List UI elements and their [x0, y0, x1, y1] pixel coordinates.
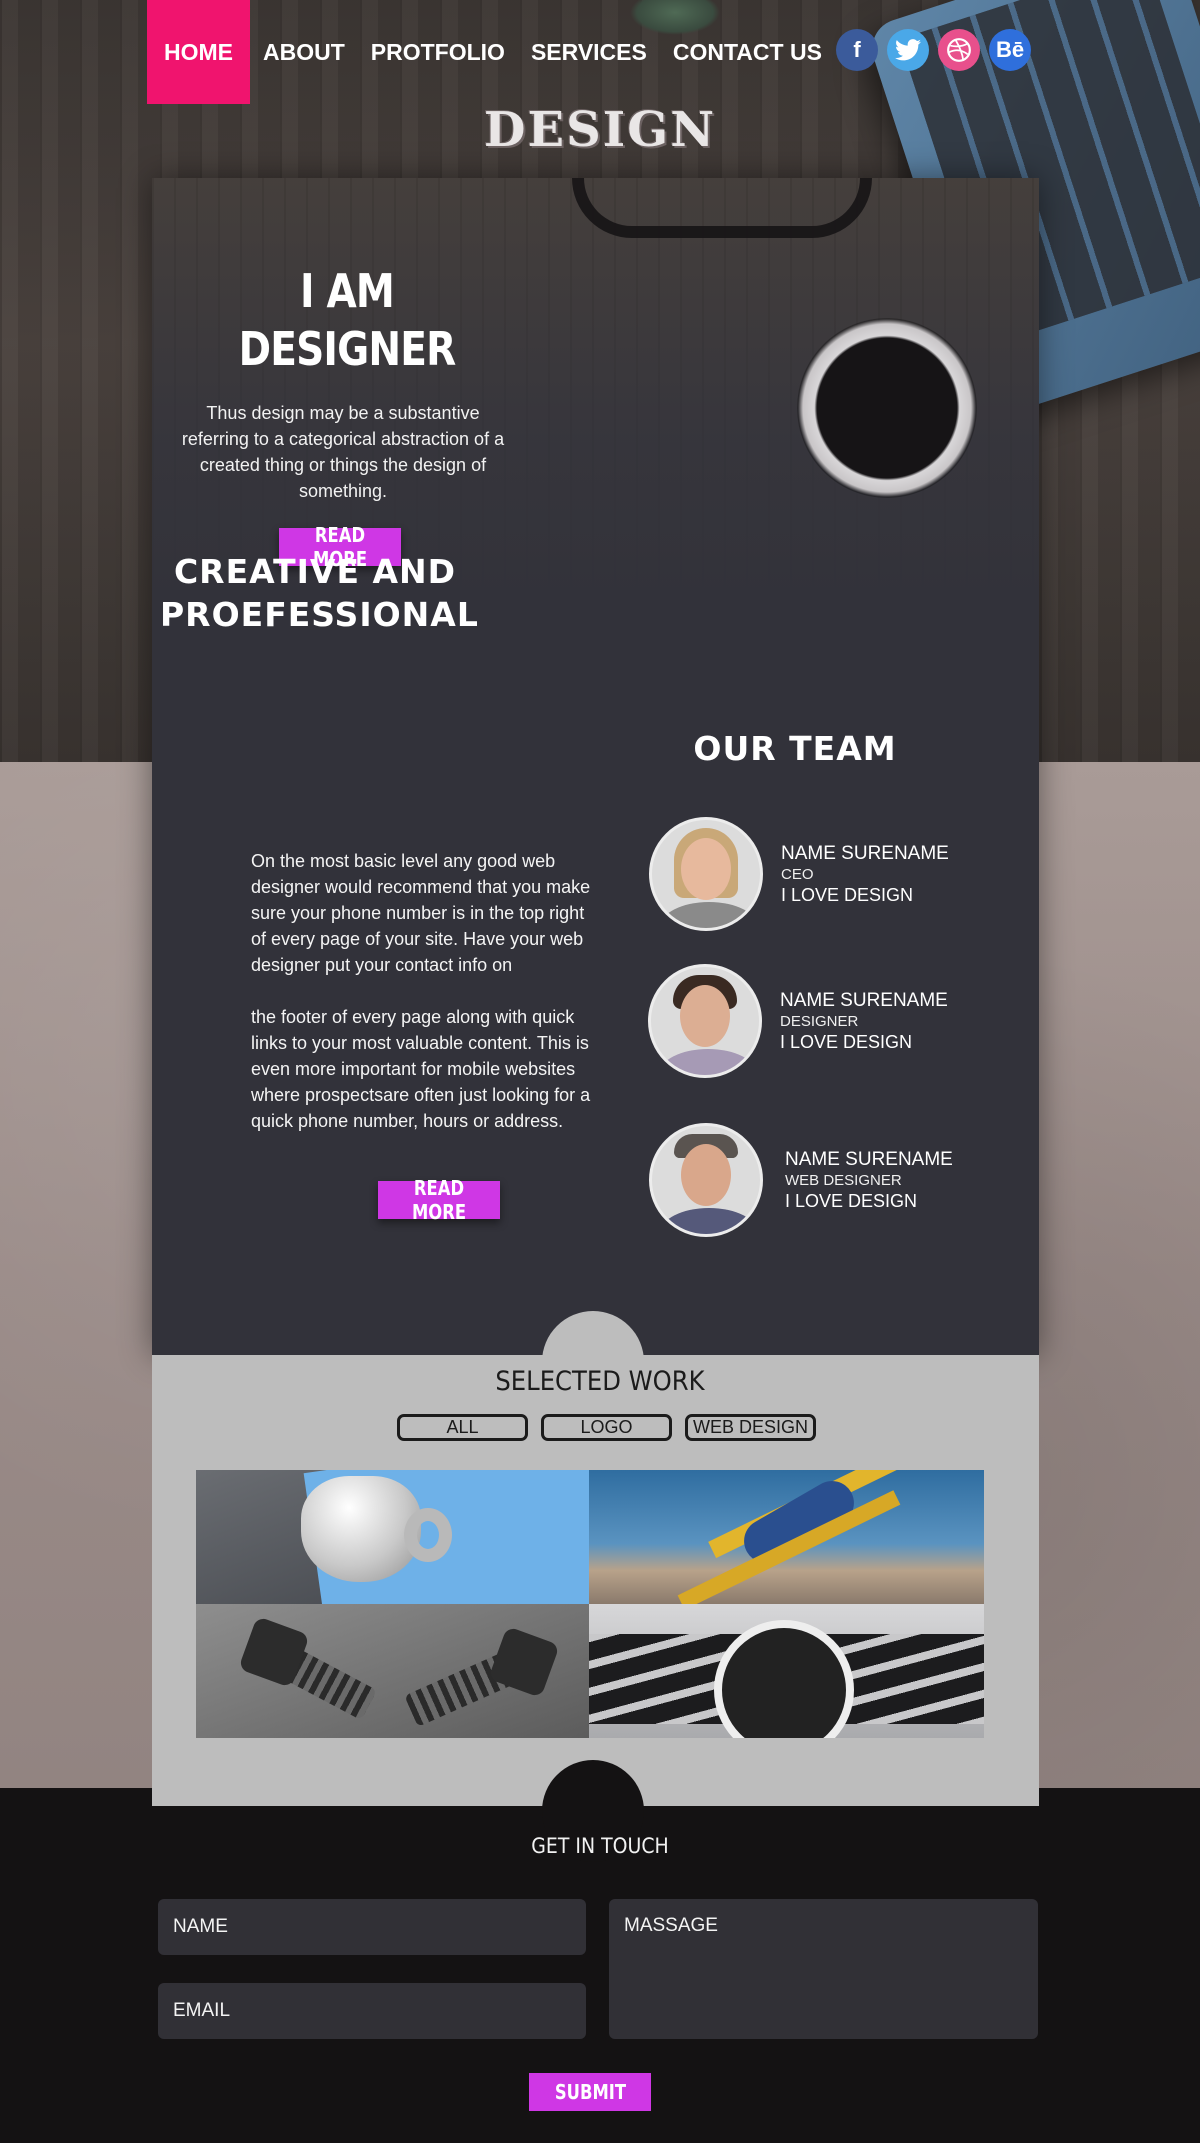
nav-about[interactable]: ABOUT	[250, 0, 358, 104]
filter-logo-button[interactable]: LOGO	[541, 1414, 672, 1441]
avatar	[649, 1123, 763, 1237]
avatar	[648, 964, 762, 1078]
creative-title-line2: PROEFESSIONAL	[160, 595, 479, 634]
member-info: NAME SURENAME DESIGNER I LOVE DESIGN	[780, 989, 948, 1054]
team-member: NAME SURENAME CEO I LOVE DESIGN	[649, 817, 949, 931]
name-field[interactable]	[158, 1899, 586, 1955]
team-title: OUR TEAM	[693, 729, 897, 768]
creative-paragraph-2: the footer of every page along with quic…	[251, 1007, 591, 1131]
message-field[interactable]	[609, 1899, 1038, 2039]
facebook-icon[interactable]: f	[836, 29, 878, 71]
glasses-decoration	[572, 178, 872, 238]
filter-web-design-button[interactable]: WEB DESIGN	[685, 1414, 816, 1441]
member-role: WEB DESIGNER	[785, 1171, 902, 1189]
submit-button[interactable]: SUBMIT	[529, 2073, 651, 2111]
creative-read-more-label: READ MORE	[411, 1176, 467, 1224]
work-filters: ALL LOGO WEB DESIGN	[397, 1414, 816, 1441]
member-motto: I LOVE DESIGN	[781, 884, 914, 905]
work-gallery	[196, 1470, 984, 1738]
main-nav: HOME ABOUT PROTFOLIO SERVICES CONTACT US	[147, 0, 835, 104]
twitter-icon[interactable]	[887, 29, 929, 71]
hero-title-line1: I AM	[300, 264, 395, 318]
filter-all-button[interactable]: ALL	[397, 1414, 528, 1441]
selected-work-title: SELECTED WORK	[495, 1366, 705, 1397]
creative-paragraph-1: On the most basic level any good web des…	[251, 851, 591, 975]
member-motto: I LOVE DESIGN	[785, 1190, 918, 1211]
gallery-item-car-grille[interactable]	[589, 1604, 984, 1738]
submit-label: SUBMIT	[554, 2080, 626, 2104]
team-member: NAME SURENAME DESIGNER I LOVE DESIGN	[648, 964, 948, 1078]
avatar	[649, 817, 763, 931]
social-links: f Bē	[836, 29, 1031, 71]
nav-portfolio[interactable]: PROTFOLIO	[358, 0, 518, 104]
member-info: NAME SURENAME CEO I LOVE DESIGN	[781, 842, 949, 907]
nav-contact[interactable]: CONTACT US	[660, 0, 835, 104]
hero-title: I AM DESIGNER	[232, 262, 462, 378]
member-name: NAME SURENAME	[781, 842, 949, 864]
creative-title-line1: CREATIVE AND	[173, 552, 457, 591]
gallery-item-biplane[interactable]	[589, 1470, 984, 1604]
nav-services[interactable]: SERVICES	[518, 0, 660, 104]
creative-title: CREATIVE AND PROEFESSIONAL	[160, 550, 478, 636]
coffee-cup-decoration	[797, 318, 977, 498]
nav-home[interactable]: HOME	[147, 0, 250, 104]
member-info: NAME SURENAME WEB DESIGNER I LOVE DESIGN	[785, 1148, 953, 1213]
behance-icon[interactable]: Bē	[989, 29, 1031, 71]
creative-text: On the most basic level any good web des…	[251, 848, 601, 1134]
member-motto: I LOVE DESIGN	[780, 1031, 913, 1052]
hero-title-line2: DESIGNER	[238, 322, 457, 376]
contact-title: GET IN TOUCH	[531, 1834, 669, 1858]
gallery-item-mug[interactable]	[196, 1470, 589, 1604]
member-name: NAME SURENAME	[780, 989, 948, 1011]
email-field[interactable]	[158, 1983, 586, 2039]
member-role: CEO	[781, 865, 814, 883]
creative-read-more-button[interactable]: READ MORE	[378, 1176, 500, 1224]
member-name: NAME SURENAME	[785, 1148, 953, 1170]
member-role: DESIGNER	[780, 1012, 859, 1030]
team-member: NAME SURENAME WEB DESIGNER I LOVE DESIGN	[649, 1123, 953, 1237]
hero-description: Thus design may be a substantive referri…	[181, 403, 505, 501]
dribbble-icon[interactable]	[938, 29, 980, 71]
gallery-item-bolts[interactable]	[196, 1604, 589, 1738]
site-logo: DESIGN	[483, 102, 717, 158]
